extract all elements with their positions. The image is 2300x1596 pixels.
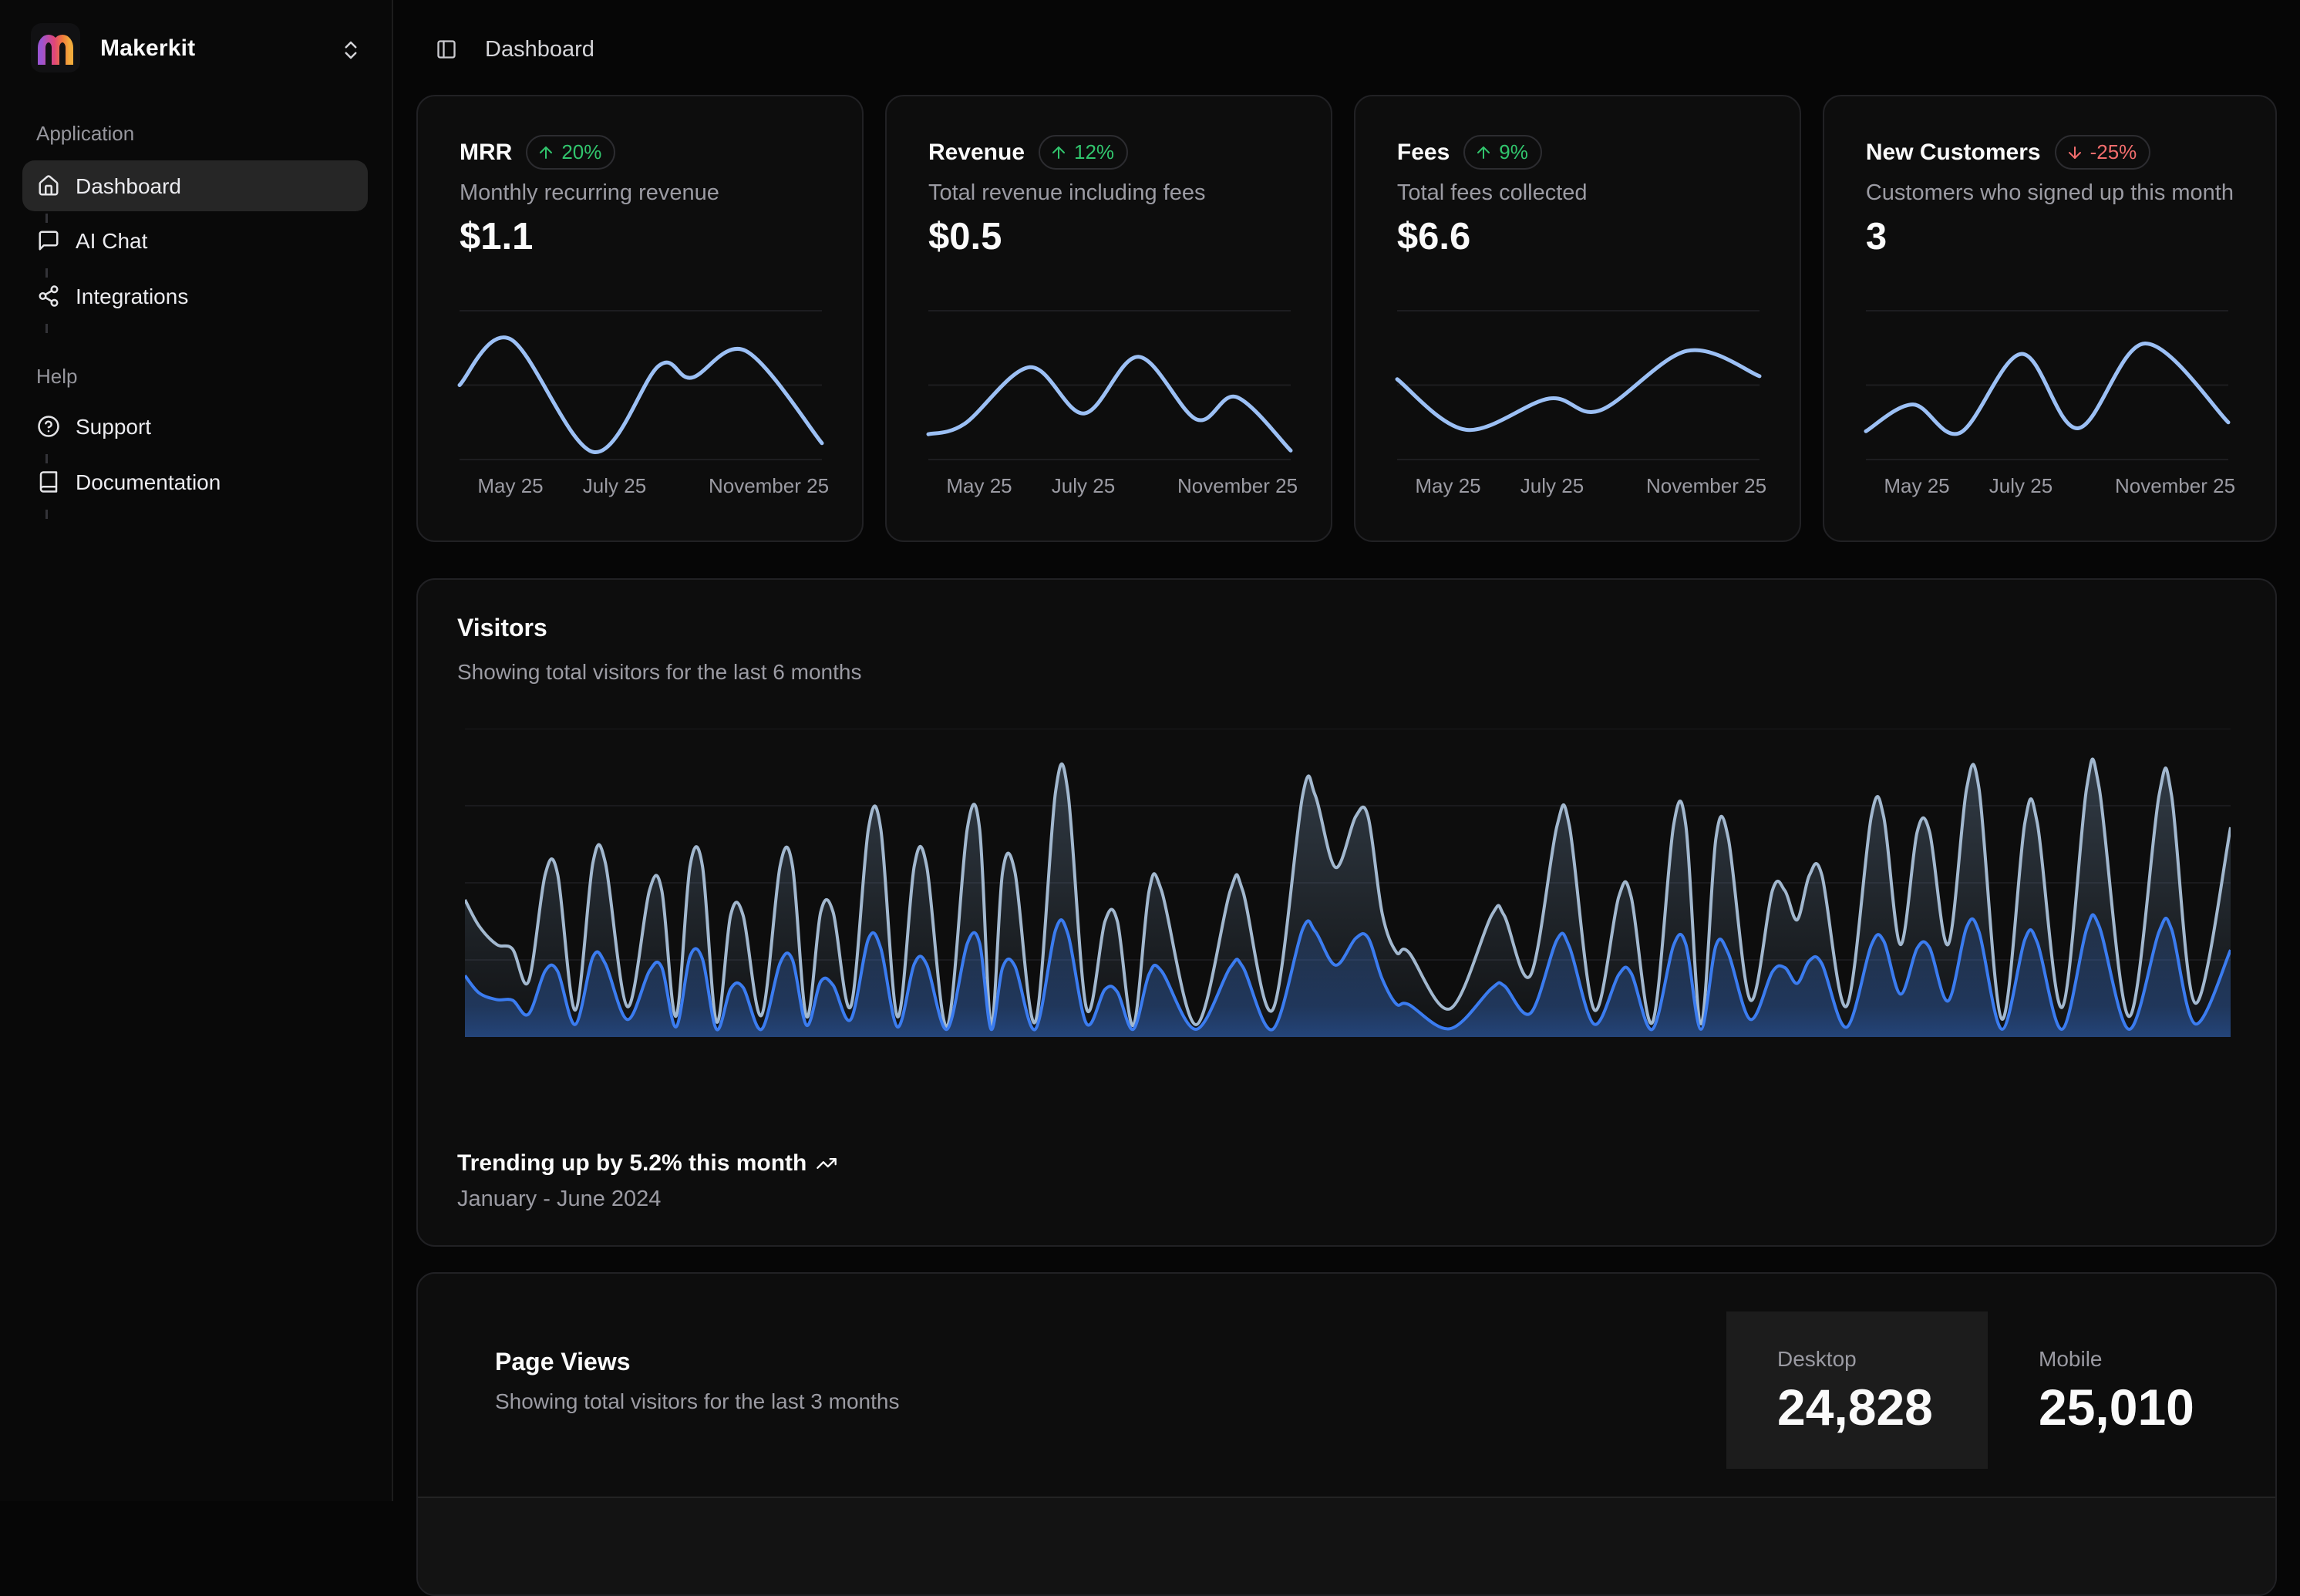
svg-text:July 25: July 25: [1520, 474, 1584, 497]
svg-text:November 25: November 25: [1177, 474, 1298, 497]
svg-text:November 25: November 25: [1646, 474, 1766, 497]
svg-text:July 25: July 25: [583, 474, 646, 497]
svg-text:May 25: May 25: [946, 474, 1012, 497]
svg-text:November 25: November 25: [709, 474, 829, 497]
svg-text:May 25: May 25: [477, 474, 543, 497]
svg-text:November 25: November 25: [2115, 474, 2235, 497]
svg-text:May 25: May 25: [1415, 474, 1480, 497]
svg-text:July 25: July 25: [1989, 474, 2052, 497]
svg-text:May 25: May 25: [1884, 474, 1949, 497]
svg-text:July 25: July 25: [1052, 474, 1115, 497]
